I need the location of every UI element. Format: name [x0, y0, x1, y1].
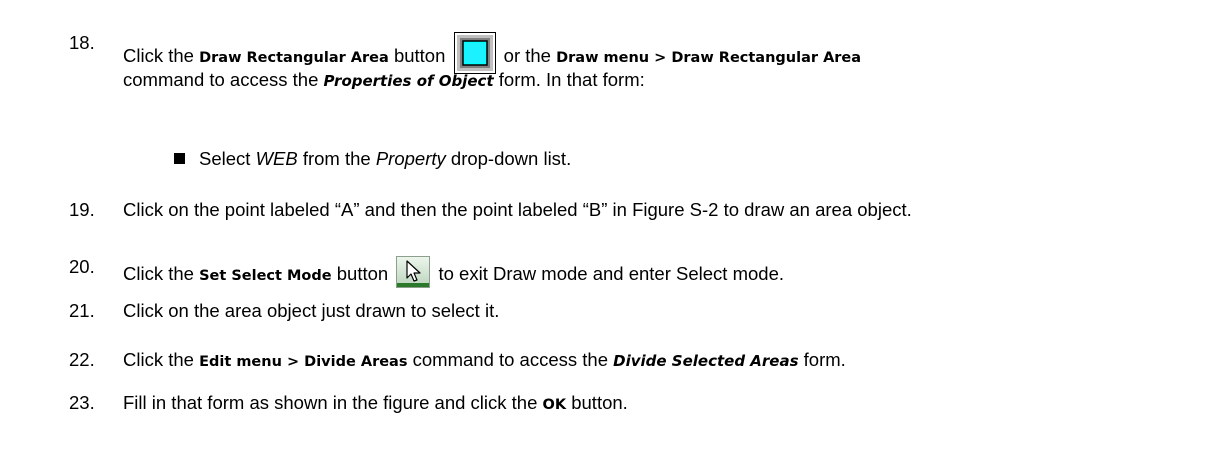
text-fragment: Fill in that form as shown in the figure… [123, 392, 538, 413]
text-fragment: from the [302, 148, 371, 169]
text-fragment: command to access the [123, 69, 319, 90]
step-18: 18. Click the Draw Rectangular Area butt… [69, 18, 1209, 74]
step-text: Click on the point labeled “A” and then … [123, 199, 912, 220]
text-fragment: command to access the [412, 349, 608, 370]
ui-label-set-select-mode: Set Select Mode [199, 268, 332, 284]
text-fragment: button. [571, 392, 628, 413]
text-fragment: button [393, 45, 446, 66]
bullet-item: Select WEB from the Property drop-down l… [174, 148, 571, 170]
text-fragment: form. In that form: [498, 69, 645, 90]
set-select-mode-icon[interactable] [396, 256, 431, 288]
step-text: Fill in that form as shown in the figure… [123, 392, 628, 416]
step-number: 20. [69, 256, 95, 277]
instruction-page: { "steps": [ { "number": "18.", "parts":… [0, 0, 1218, 472]
field-property: Property [375, 148, 446, 169]
ui-label-draw-menu: Draw menu > Draw Rectangular Area [556, 50, 862, 66]
form-name-divide-selected-areas: Divide Selected Areas [613, 352, 799, 370]
text-fragment: Select [199, 148, 251, 169]
step-text: Click the Draw Rectangular Area button o… [123, 32, 861, 74]
bullet-icon [174, 153, 185, 164]
step-20: 20. Click the Set Select Mode button to … [69, 246, 1209, 288]
text-fragment: Click the [123, 263, 194, 284]
text-fragment: drop-down list. [450, 148, 572, 169]
ui-label-draw-rectangular-area: Draw Rectangular Area [199, 50, 389, 66]
ui-label-edit-menu: Edit menu > Divide Areas [199, 354, 408, 370]
step-number: 18. [69, 32, 95, 53]
form-name-properties-of-object: Properties of Object [323, 72, 494, 90]
text-fragment: or the [503, 45, 551, 66]
draw-rectangular-area-icon[interactable] [453, 32, 496, 74]
text-fragment: Click the [123, 45, 194, 66]
step-18-line-2: command to access the Properties of Obje… [123, 69, 645, 92]
text-fragment: form. [803, 349, 846, 370]
ui-label-ok: OK [542, 397, 567, 413]
text-fragment: Click the [123, 349, 194, 370]
step-number: 22. [69, 349, 95, 370]
value-web: WEB [255, 148, 298, 169]
text-fragment: button [336, 263, 389, 284]
step-text: Click the Edit menu > Divide Areas comma… [123, 349, 846, 373]
text-fragment: to exit Draw mode and enter Select mode. [438, 263, 784, 284]
step-number: 21. [69, 300, 95, 321]
step-text: Click the Set Select Mode button to exit… [123, 256, 784, 288]
step-number: 23. [69, 392, 95, 413]
step-text: Click on the area object just drawn to s… [123, 300, 500, 321]
step-number: 19. [69, 199, 95, 220]
